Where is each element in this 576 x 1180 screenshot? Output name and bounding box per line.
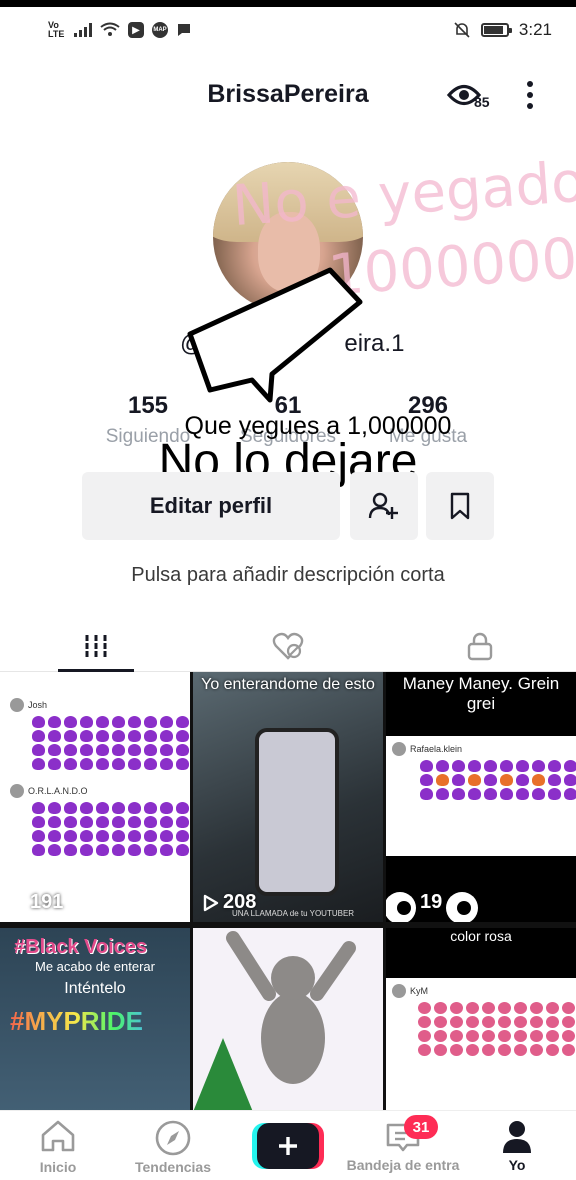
battery-icon	[480, 23, 512, 37]
heart-pattern	[32, 716, 189, 770]
nav-home-label: Inicio	[39, 1159, 77, 1175]
tab-private[interactable]	[384, 620, 576, 672]
heart-pattern	[420, 760, 576, 800]
app-notification-icon: ▶	[128, 22, 144, 38]
map-notification-icon: MAP	[152, 22, 168, 38]
play-icon	[203, 894, 219, 911]
plus-icon	[279, 1137, 297, 1155]
video-grid: Josh O.R.L.A.N.D.O 191 Yo enterandome de…	[0, 672, 576, 1178]
heart-pattern	[32, 802, 189, 856]
dot-pattern	[418, 1002, 575, 1056]
phone-in-video	[255, 728, 339, 896]
video-thumbnail[interactable]: Yo enterandome de esto UNA LLAMADA de tu…	[193, 672, 383, 922]
dancing-cat-image	[193, 931, 356, 1112]
comment-user: O.R.L.A.N.D.O	[28, 786, 88, 796]
video-caption: color rosa	[450, 928, 512, 944]
clock: 3:21	[518, 20, 552, 39]
view-count: 19	[420, 891, 443, 913]
edit-profile-button[interactable]: Editar perfil	[82, 472, 340, 540]
add-user-icon	[368, 492, 398, 519]
grid-icon	[84, 635, 108, 657]
wifi-icon	[100, 22, 120, 36]
tab-liked[interactable]	[192, 620, 384, 672]
video-caption: #MYPRIDE	[0, 998, 190, 1045]
tab-videos[interactable]	[0, 620, 192, 672]
video-caption: Inténtelo	[64, 980, 126, 997]
profile-views-button[interactable]: 85	[446, 80, 502, 116]
mute-bell-icon	[454, 22, 470, 38]
status-bar: Vo LTE ▶ MAP 3:21	[0, 7, 576, 53]
top-edge-bar	[0, 0, 576, 7]
create-button[interactable]	[252, 1123, 324, 1169]
video-caption: Maney Maney. Grein grei	[402, 674, 560, 713]
compass-icon	[155, 1120, 191, 1156]
nav-discover-label: Tendencias	[135, 1159, 211, 1175]
volte-indicator: Vo LTE	[48, 20, 65, 39]
nav-inbox-label: Bandeja de entra	[346, 1157, 460, 1173]
view-count: 208	[223, 891, 257, 913]
profile-header: BrissaPereira 85	[0, 70, 576, 120]
speech-bubble-sticker	[187, 267, 363, 403]
inbox-badge: 31	[404, 1115, 438, 1139]
profile-icon	[503, 1121, 531, 1153]
nav-profile[interactable]: Yo	[462, 1119, 572, 1179]
view-count: 191	[30, 891, 64, 913]
add-friends-button[interactable]	[350, 472, 418, 540]
video-caption: Me acabo de enterar	[35, 959, 155, 974]
nav-discover[interactable]: Tendencias	[118, 1119, 228, 1179]
video-thumbnail[interactable]: Josh O.R.L.A.N.D.O 191	[0, 672, 190, 922]
signal-icon	[74, 23, 92, 37]
comment-user: Rafaela.klein	[410, 744, 463, 754]
comment-user: Josh	[28, 700, 48, 710]
home-icon	[41, 1120, 75, 1152]
chat-notification-icon	[178, 24, 190, 36]
lock-icon	[467, 632, 493, 661]
video-thumbnail[interactable]: Maney Maney. Grein grei Rafaela.klein 19	[386, 672, 576, 922]
content-tabs	[0, 620, 576, 672]
liked-hidden-icon	[272, 632, 304, 660]
favorites-button[interactable]	[426, 472, 494, 540]
comment-user: KyM	[410, 986, 428, 996]
bottom-navigation: Inicio Tendencias Bandeja de entra 31 Yo	[0, 1110, 576, 1180]
bio-prompt[interactable]: Pulsa para añadir descripción corta	[0, 564, 576, 587]
nav-home[interactable]: Inicio	[3, 1119, 113, 1179]
play-icon	[10, 894, 26, 911]
nav-profile-label: Yo	[508, 1157, 526, 1173]
nav-inbox[interactable]: Bandeja de entra	[344, 1119, 462, 1179]
bookmark-icon	[450, 492, 470, 520]
overlay-text-line1: No e yegado a	[230, 146, 576, 240]
more-options-icon[interactable]	[520, 78, 540, 112]
video-caption: Yo enterandome de esto	[201, 676, 375, 693]
views-count: 85	[474, 94, 490, 110]
